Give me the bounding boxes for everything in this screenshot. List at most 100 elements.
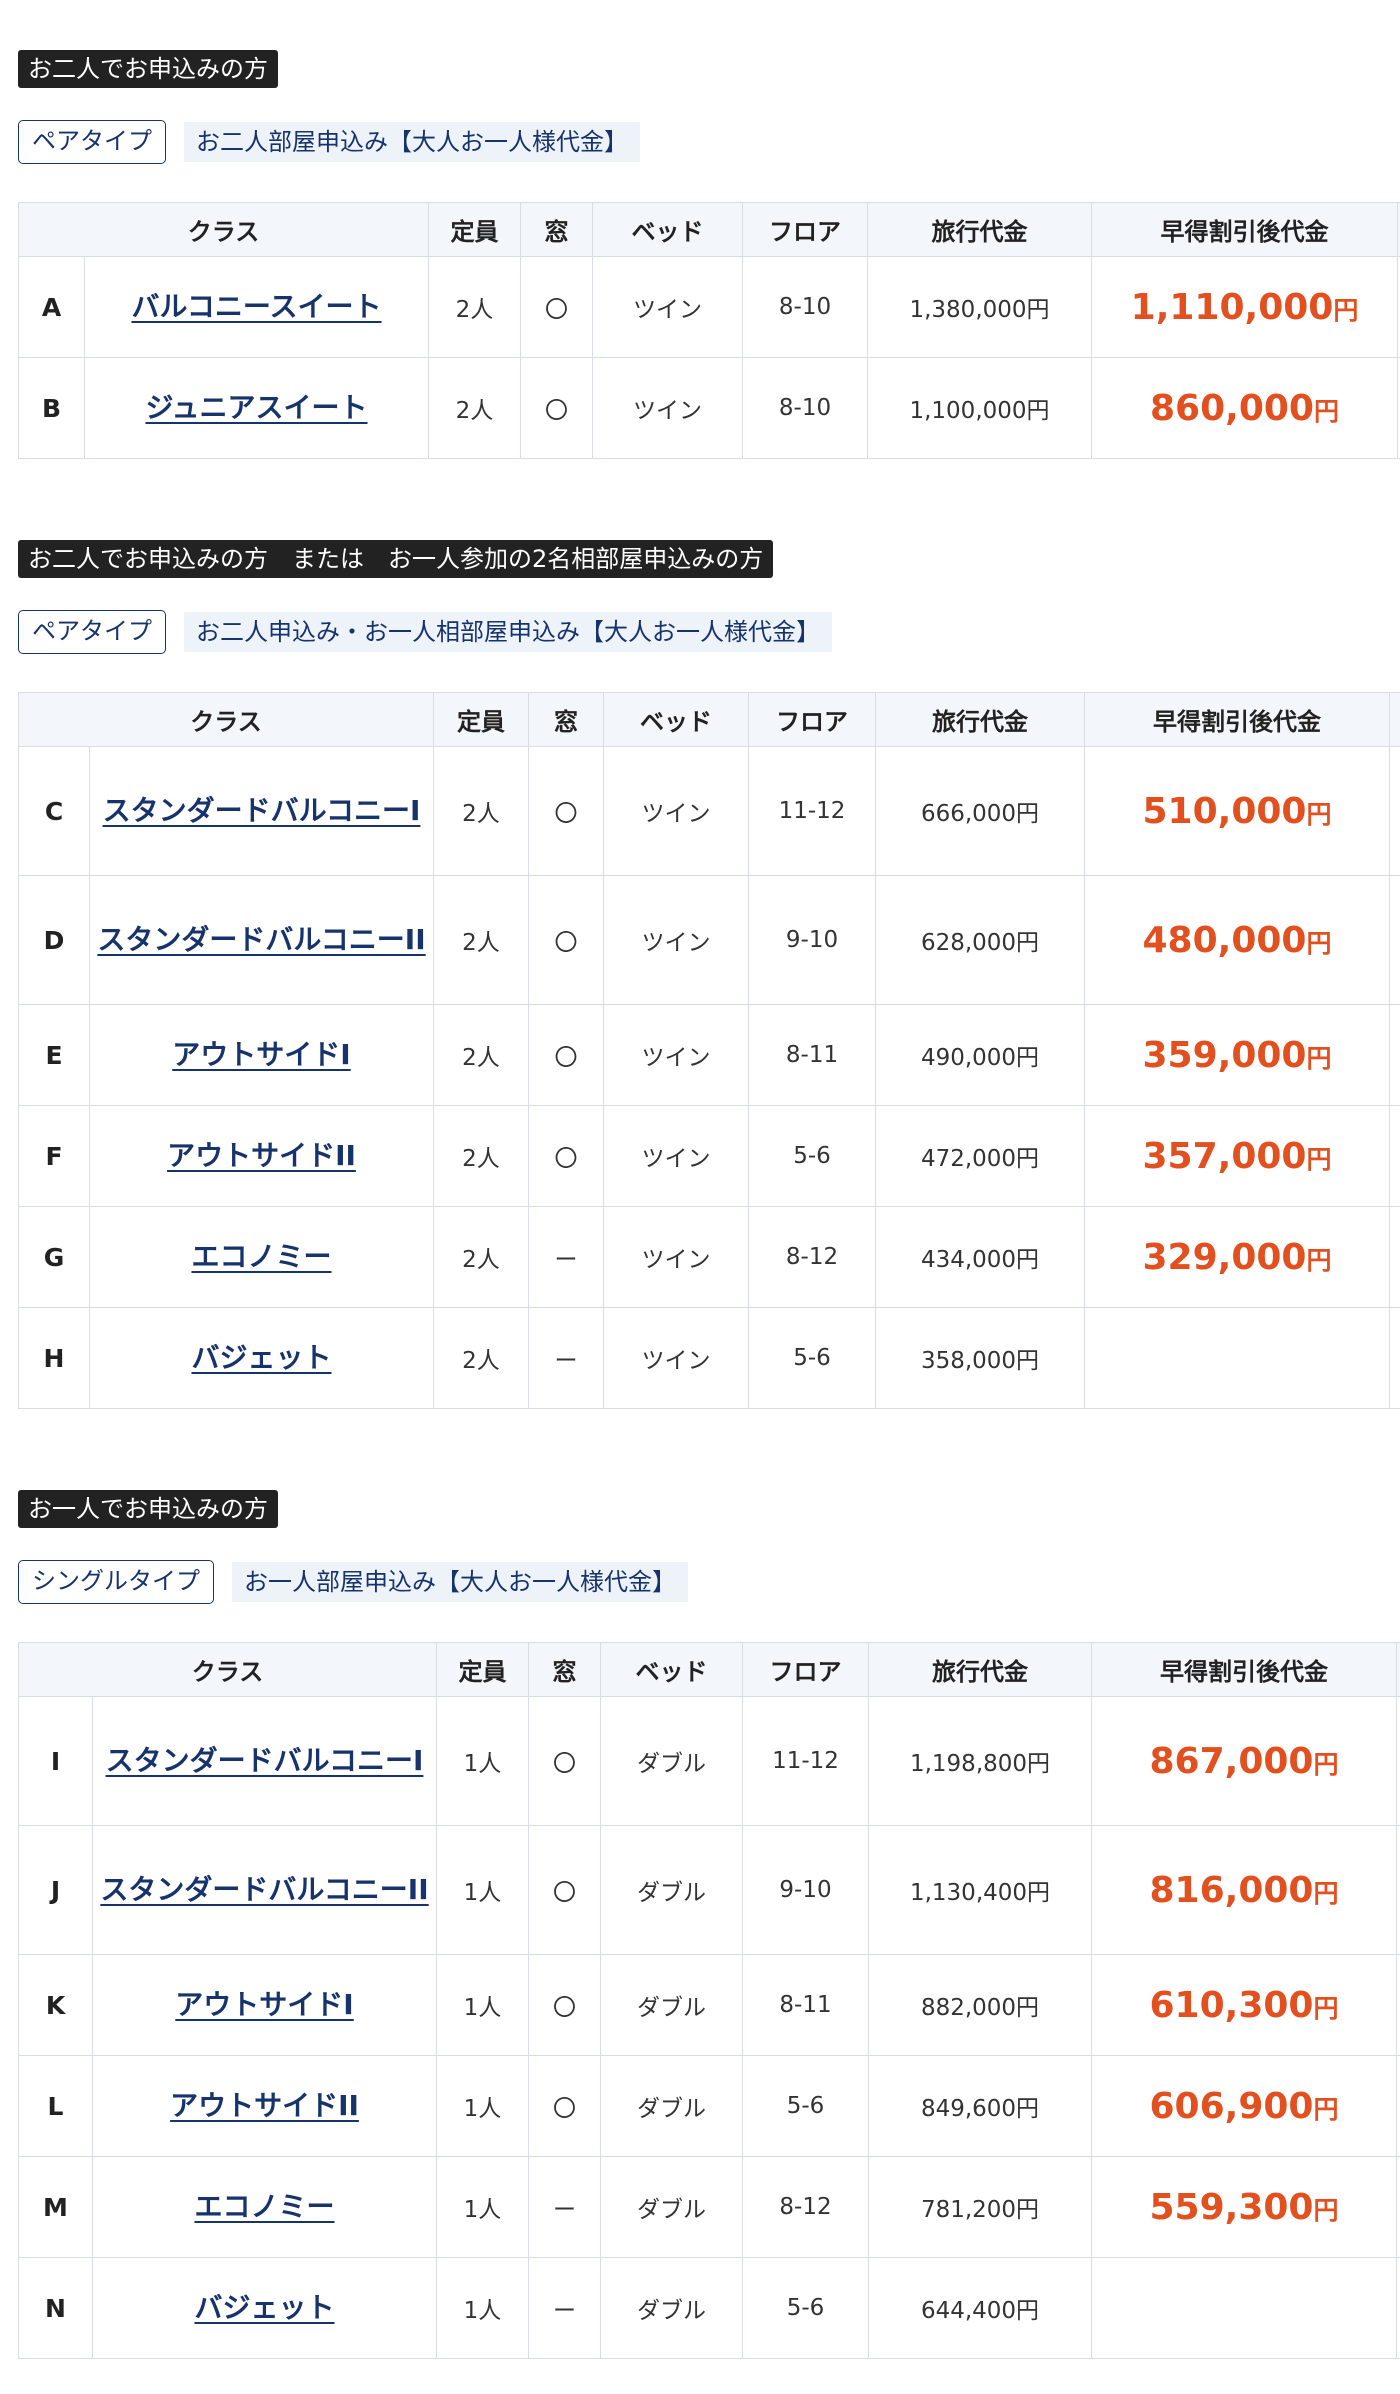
extra-cell: [1396, 1954, 1400, 2056]
table-row: N バジェット 1人ーダブル 5-6 644,400円: [18, 2257, 1400, 2359]
col-header-bed: ベッド: [592, 202, 743, 257]
early-price-value: 606,900: [1149, 2085, 1314, 2127]
extra-cell: [1389, 875, 1400, 1005]
class-link[interactable]: エコノミー: [191, 1240, 331, 1273]
class-link[interactable]: アウトサイドII: [167, 1139, 356, 1172]
price: 1,198,800円: [868, 1696, 1092, 1826]
capacity: 2人: [433, 1206, 529, 1308]
class-letter: G: [18, 1206, 90, 1308]
class-name-cell: バルコニースイート: [84, 256, 429, 358]
class-link[interactable]: アウトサイドI: [175, 1988, 353, 2021]
extra-cell: [1396, 1696, 1400, 1826]
price: 781,200円: [868, 2156, 1092, 2258]
window: 〇: [520, 256, 593, 358]
price: 1,100,000円: [867, 357, 1092, 459]
bed: ツイン: [592, 357, 743, 459]
bed: ツイン: [592, 256, 743, 358]
capacity: 1人: [436, 1825, 529, 1955]
cabin-price-table: クラス 定員 窓 ベッド フロア 旅行代金 早得割引後代金 A バルコニースイート…: [18, 202, 1400, 459]
window: 〇: [528, 1004, 604, 1106]
extra-cell: [1396, 2257, 1400, 2359]
class-link[interactable]: バジェット: [194, 2291, 334, 2324]
price: 358,000円: [875, 1307, 1085, 1409]
col-header-early-price: 早得割引後代金: [1091, 202, 1398, 257]
col-header-bed: ベッド: [600, 1642, 743, 1697]
table-header-row: クラス 定員 窓 ベッド フロア 旅行代金 早得割引後代金: [18, 202, 1400, 257]
window: ー: [528, 2257, 601, 2359]
class-name-cell: スタンダードバルコニーI: [92, 1696, 437, 1826]
class-link[interactable]: エコノミー: [194, 2190, 334, 2223]
class-letter: K: [18, 1954, 93, 2056]
room-type-tag: ペアタイプ: [18, 120, 166, 164]
class-link[interactable]: ジュニアスイート: [145, 391, 367, 424]
type-row: ペアタイプ お二人申込み・お一人相部屋申込み【大人お一人様代金】: [18, 610, 1400, 654]
bed: ダブル: [600, 1825, 743, 1955]
cabin-price-table: クラス 定員 窓 ベッド フロア 旅行代金 早得割引後代金 C スタンダードバルコ…: [18, 692, 1400, 1409]
extra-cell: [1389, 746, 1400, 876]
early-price: 359,000円: [1084, 1004, 1390, 1106]
class-letter: D: [18, 875, 90, 1005]
class-link[interactable]: スタンダードバルコニーII: [100, 1873, 428, 1906]
bed: ツイン: [603, 875, 749, 1005]
floor: 8-12: [748, 1206, 876, 1308]
capacity: 1人: [436, 2156, 529, 2258]
class-letter: C: [18, 746, 90, 876]
table-header-row: クラス 定員 窓 ベッド フロア 旅行代金 早得割引後代金: [18, 692, 1400, 747]
yen-unit: 円: [1313, 2195, 1339, 2225]
table-row: G エコノミー 2人ーツイン 8-12 434,000円 329,000円: [18, 1206, 1400, 1308]
room-type-tag: ペアタイプ: [18, 610, 166, 654]
yen-unit: 円: [1313, 1749, 1339, 1779]
class-link[interactable]: スタンダードバルコニーII: [97, 923, 425, 956]
class-link[interactable]: アウトサイドII: [170, 2089, 359, 2122]
class-name-cell: バジェット: [92, 2257, 437, 2359]
col-header-bed: ベッド: [603, 692, 749, 747]
class-link[interactable]: バジェット: [191, 1341, 331, 1374]
price: 434,000円: [875, 1206, 1085, 1308]
section-heading: お二人でお申込みの方 または お一人参加の2名相部屋申込みの方: [18, 540, 774, 578]
extra-cell: [1396, 2055, 1400, 2157]
window: 〇: [528, 1105, 604, 1207]
window: 〇: [528, 2055, 601, 2157]
class-link[interactable]: スタンダードバルコニーI: [106, 1744, 424, 1777]
class-letter: A: [18, 256, 85, 358]
yen-unit: 円: [1306, 1043, 1332, 1073]
section-pair-or-share: お二人でお申込みの方 または お一人参加の2名相部屋申込みの方 ペアタイプ お二…: [18, 540, 1400, 1409]
class-link[interactable]: バルコニースイート: [131, 290, 381, 323]
capacity: 2人: [433, 746, 529, 876]
capacity: 1人: [436, 1696, 529, 1826]
early-price-value: 359,000: [1142, 1034, 1307, 1076]
class-letter: M: [18, 2156, 93, 2258]
window: 〇: [528, 875, 604, 1005]
class-name-cell: アウトサイドI: [92, 1954, 437, 2056]
table-row: B ジュニアスイート 2人〇ツイン 8-10 1,100,000円 860,000円: [18, 357, 1400, 459]
class-letter: H: [18, 1307, 90, 1409]
col-header-price: 旅行代金: [867, 202, 1092, 257]
capacity: 1人: [436, 2055, 529, 2157]
window: ー: [528, 2156, 601, 2258]
table-row: A バルコニースイート 2人〇ツイン 8-10 1,380,000円 1,110,000円: [18, 256, 1400, 358]
section-single: お一人でお申込みの方 シングルタイプ お一人部屋申込み【大人お一人様代金】 クラ…: [18, 1490, 1400, 2359]
early-price: 816,000円: [1091, 1825, 1397, 1955]
section-heading: お二人でお申込みの方: [18, 50, 278, 88]
class-link[interactable]: スタンダードバルコニーI: [103, 794, 421, 827]
bed: ツイン: [603, 1004, 749, 1106]
table-header-row: クラス 定員 窓 ベッド フロア 旅行代金 早得割引後代金: [18, 1642, 1400, 1697]
floor: 5-6: [742, 2055, 869, 2157]
table-row: M エコノミー 1人ーダブル 8-12 781,200円 559,300円: [18, 2156, 1400, 2258]
bed: ツイン: [603, 746, 749, 876]
class-letter: B: [18, 357, 85, 459]
price: 882,000円: [868, 1954, 1092, 2056]
early-price: [1091, 2257, 1397, 2359]
extra-cell: [1396, 1825, 1400, 1955]
col-header-early-price: 早得割引後代金: [1084, 692, 1390, 747]
floor: 9-10: [748, 875, 876, 1005]
class-letter: F: [18, 1105, 90, 1207]
capacity: 2人: [433, 1307, 529, 1409]
class-link[interactable]: アウトサイドI: [172, 1038, 350, 1071]
window: 〇: [528, 1825, 601, 1955]
early-price-value: 610,300: [1149, 1984, 1314, 2026]
yen-unit: 円: [1306, 799, 1332, 829]
extra-cell: [1389, 1004, 1400, 1106]
floor: 5-6: [742, 2257, 869, 2359]
class-name-cell: エコノミー: [92, 2156, 437, 2258]
